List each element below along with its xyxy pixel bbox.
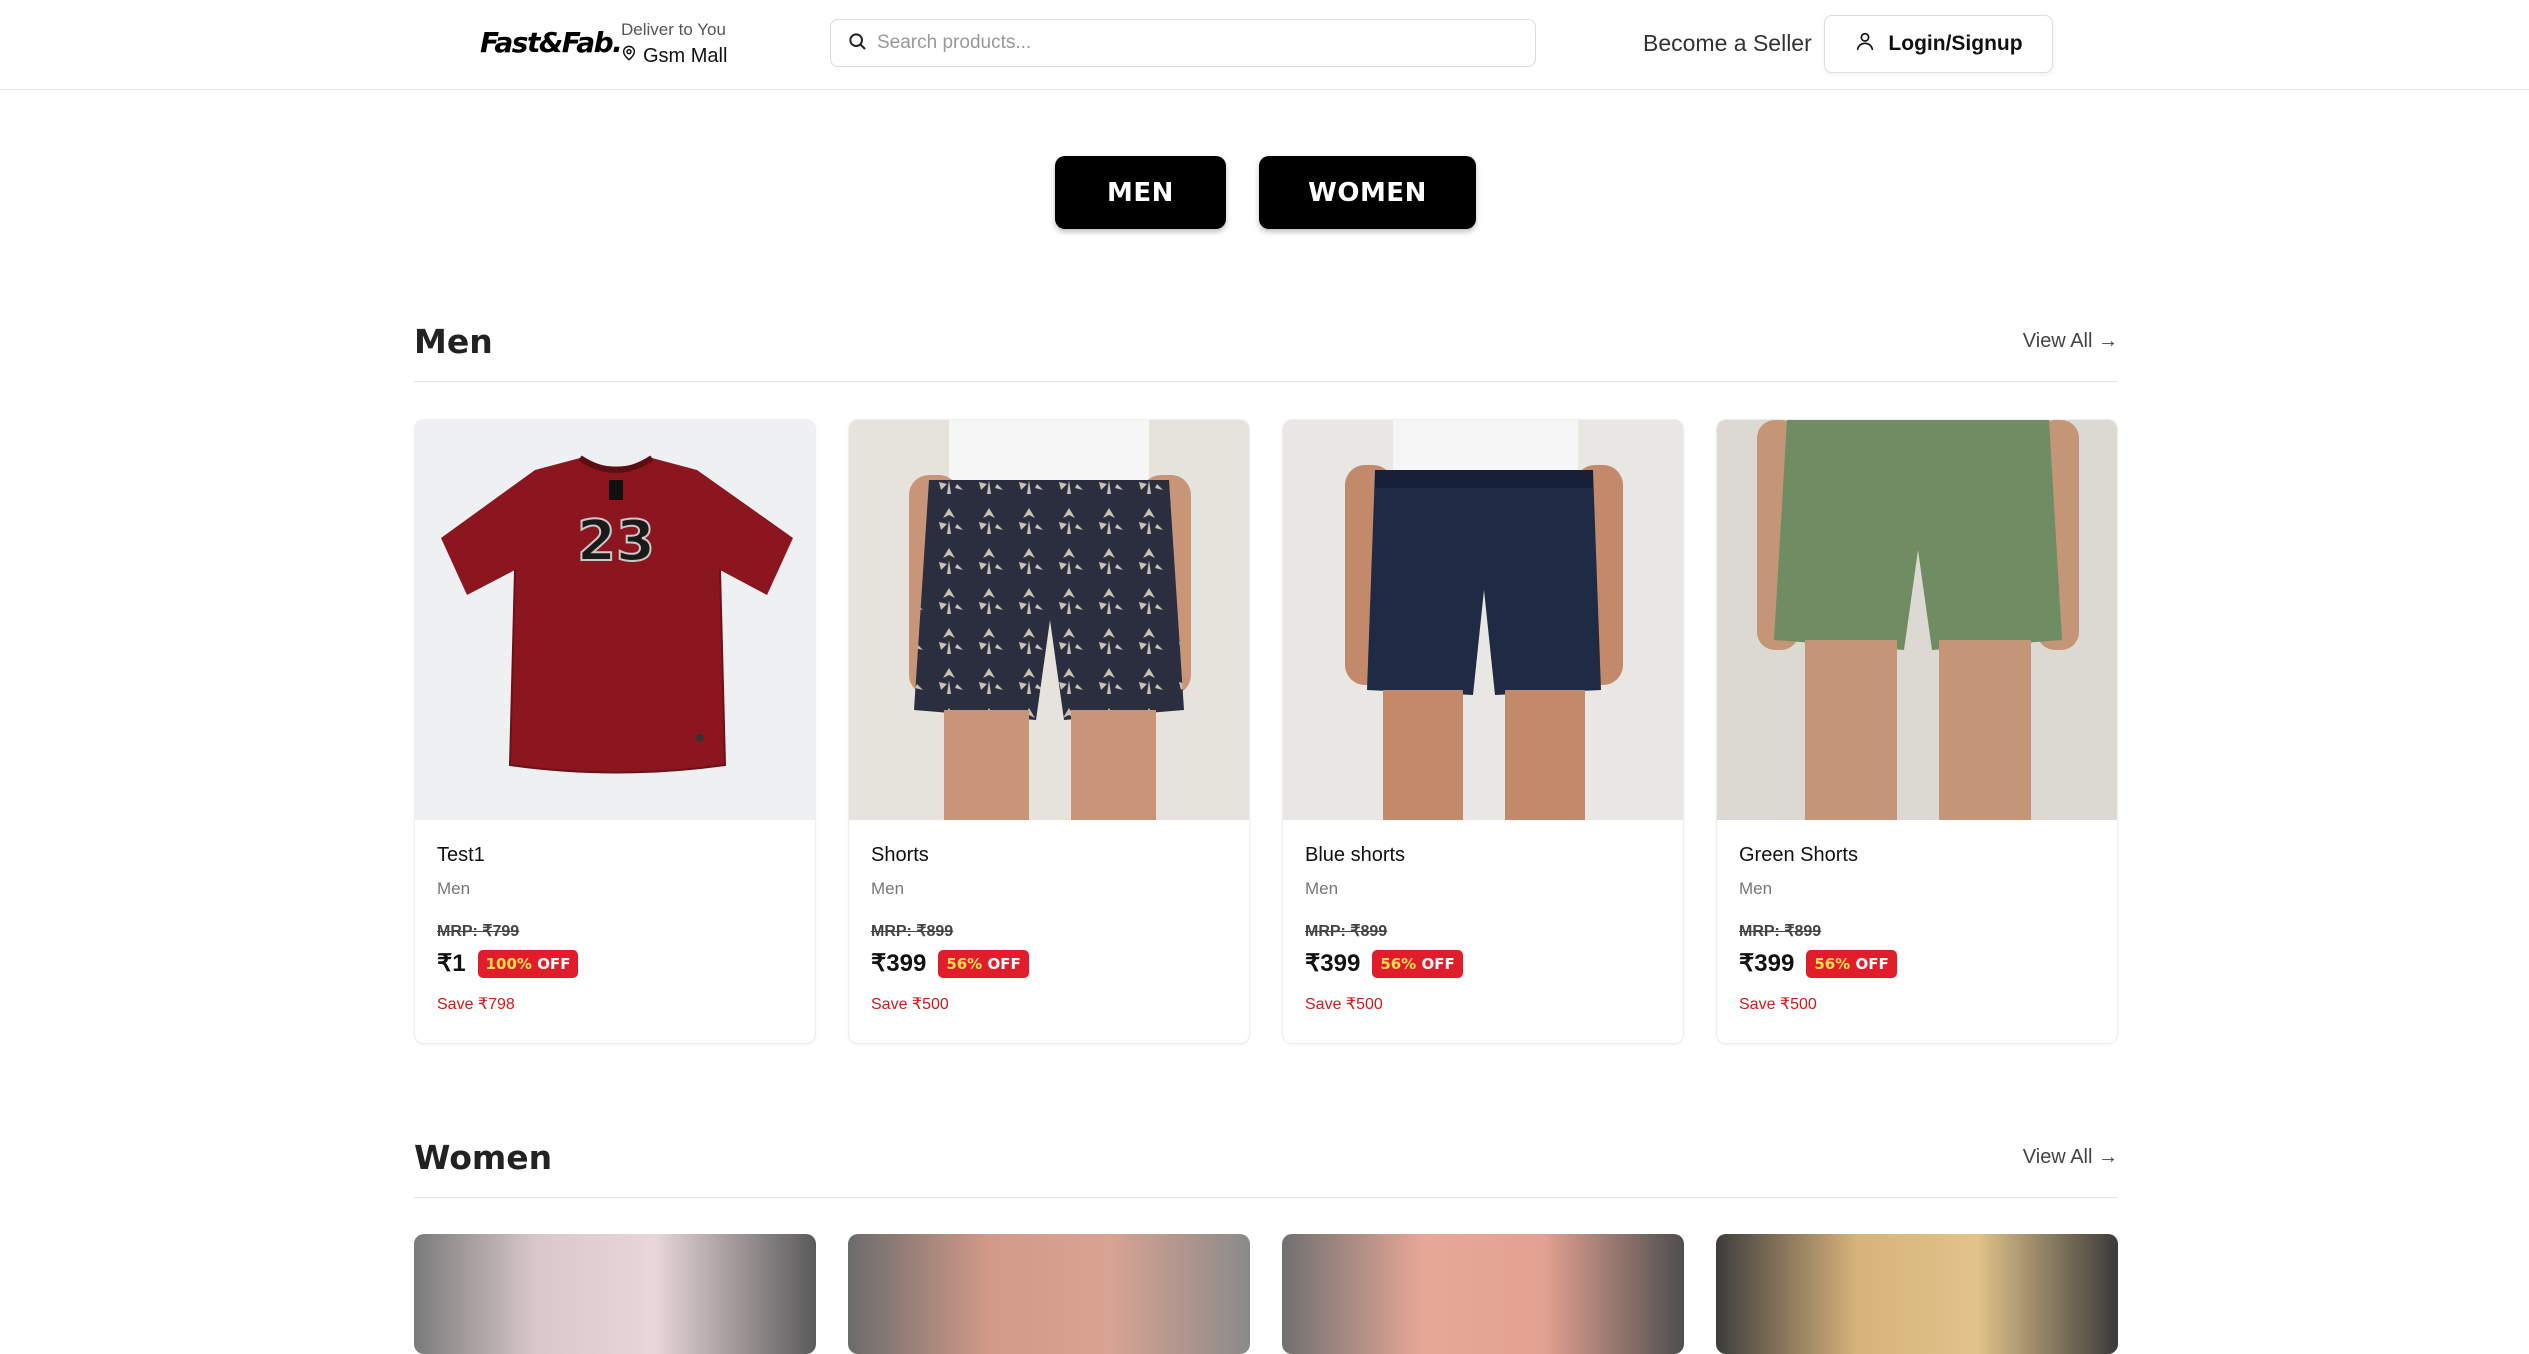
men-section-header: Men View All →	[414, 322, 2118, 382]
product-card[interactable]: 23 Test1 Men MRP: ₹799 ₹1 100% OFF Save …	[414, 419, 816, 1044]
discount-percent: 56%	[1380, 954, 1417, 973]
user-icon	[1854, 30, 1876, 58]
login-signup-button[interactable]: Login/Signup	[1824, 15, 2053, 73]
product-name[interactable]: Test1	[437, 844, 793, 867]
product-savings: Save ₹500	[871, 996, 949, 1013]
site-header: Fast&Fab. Deliver to You Gsm Mall Become…	[0, 0, 2529, 90]
discount-badge: 56% OFF	[1372, 949, 1463, 978]
product-price: ₹399	[871, 950, 927, 977]
product-price: ₹399	[1305, 950, 1361, 977]
deliver-location-text: Gsm Mall	[643, 44, 728, 67]
discount-off: OFF	[537, 954, 571, 973]
product-card[interactable]: Blue shorts Men MRP: ₹899 ₹399 56% OFF S…	[1282, 419, 1684, 1044]
category-women-button[interactable]: WOMEN	[1259, 156, 1476, 229]
product-image[interactable]	[1283, 420, 1683, 820]
deliver-location-row: Gsm Mall	[621, 44, 727, 68]
product-savings: Save ₹798	[437, 996, 515, 1013]
search-icon	[847, 31, 867, 56]
price-row: ₹1 100% OFF	[437, 949, 793, 978]
product-price: ₹399	[1739, 950, 1795, 977]
search-input[interactable]	[877, 32, 1517, 54]
price-row: ₹399 56% OFF	[1305, 949, 1661, 978]
discount-off: OFF	[1855, 954, 1889, 973]
product-mrp: MRP: ₹899	[1305, 923, 1388, 940]
product-name[interactable]: Green Shorts	[1739, 844, 2095, 867]
view-all-link[interactable]: View All →	[2023, 1146, 2118, 1169]
deliver-label: Deliver to You	[621, 20, 726, 39]
product-name[interactable]: Shorts	[871, 844, 1227, 867]
login-label: Login/Signup	[1888, 32, 2023, 55]
view-all-link[interactable]: View All →	[2023, 330, 2118, 353]
product-image[interactable]	[849, 420, 1249, 820]
discount-badge: 56% OFF	[1806, 949, 1897, 978]
product-image[interactable]	[848, 1234, 1250, 1354]
discount-percent: 100%	[485, 954, 532, 973]
become-seller-link[interactable]: Become a Seller	[1643, 30, 1812, 57]
product-card[interactable]: Green Shorts Men MRP: ₹899 ₹399 56% OFF …	[1716, 419, 2118, 1044]
product-category: Men	[1305, 879, 1339, 898]
product-savings: Save ₹500	[1739, 996, 1817, 1013]
product-savings: Save ₹500	[1305, 996, 1383, 1013]
price-row: ₹399 56% OFF	[1739, 949, 2095, 978]
section-title: Men	[414, 322, 493, 361]
map-pin-icon	[621, 44, 637, 68]
price-row: ₹399 56% OFF	[871, 949, 1227, 978]
product-image[interactable]	[414, 1234, 816, 1354]
product-image[interactable]	[1716, 1234, 2118, 1354]
svg-text:23: 23	[577, 509, 655, 574]
product-category: Men	[437, 879, 471, 898]
product-mrp: MRP: ₹899	[1739, 923, 1822, 940]
product-image[interactable]	[1282, 1234, 1684, 1354]
product-image[interactable]	[1717, 420, 2117, 820]
product-price: ₹1	[437, 950, 466, 977]
product-category: Men	[1739, 879, 1773, 898]
discount-off: OFF	[1421, 954, 1455, 973]
discount-off: OFF	[987, 954, 1021, 973]
discount-badge: 100% OFF	[477, 949, 579, 978]
section-title: Women	[414, 1138, 553, 1177]
brand-logo[interactable]: Fast&Fab.	[480, 26, 623, 59]
product-name[interactable]: Blue shorts	[1305, 844, 1661, 867]
product-category: Men	[871, 879, 905, 898]
product-card[interactable]: Shorts Men MRP: ₹899 ₹399 56% OFF Save ₹…	[848, 419, 1250, 1044]
delivery-location[interactable]: Deliver to You Gsm Mall	[621, 20, 727, 68]
category-men-button[interactable]: MEN	[1055, 156, 1226, 229]
discount-percent: 56%	[1814, 954, 1851, 973]
search-bar[interactable]	[830, 19, 1536, 67]
product-mrp: MRP: ₹899	[871, 923, 954, 940]
discount-percent: 56%	[946, 954, 983, 973]
discount-badge: 56% OFF	[938, 949, 1029, 978]
product-image[interactable]: 23	[415, 420, 815, 820]
product-mrp: MRP: ₹799	[437, 923, 520, 940]
women-section-header: Women View All →	[414, 1138, 2118, 1198]
